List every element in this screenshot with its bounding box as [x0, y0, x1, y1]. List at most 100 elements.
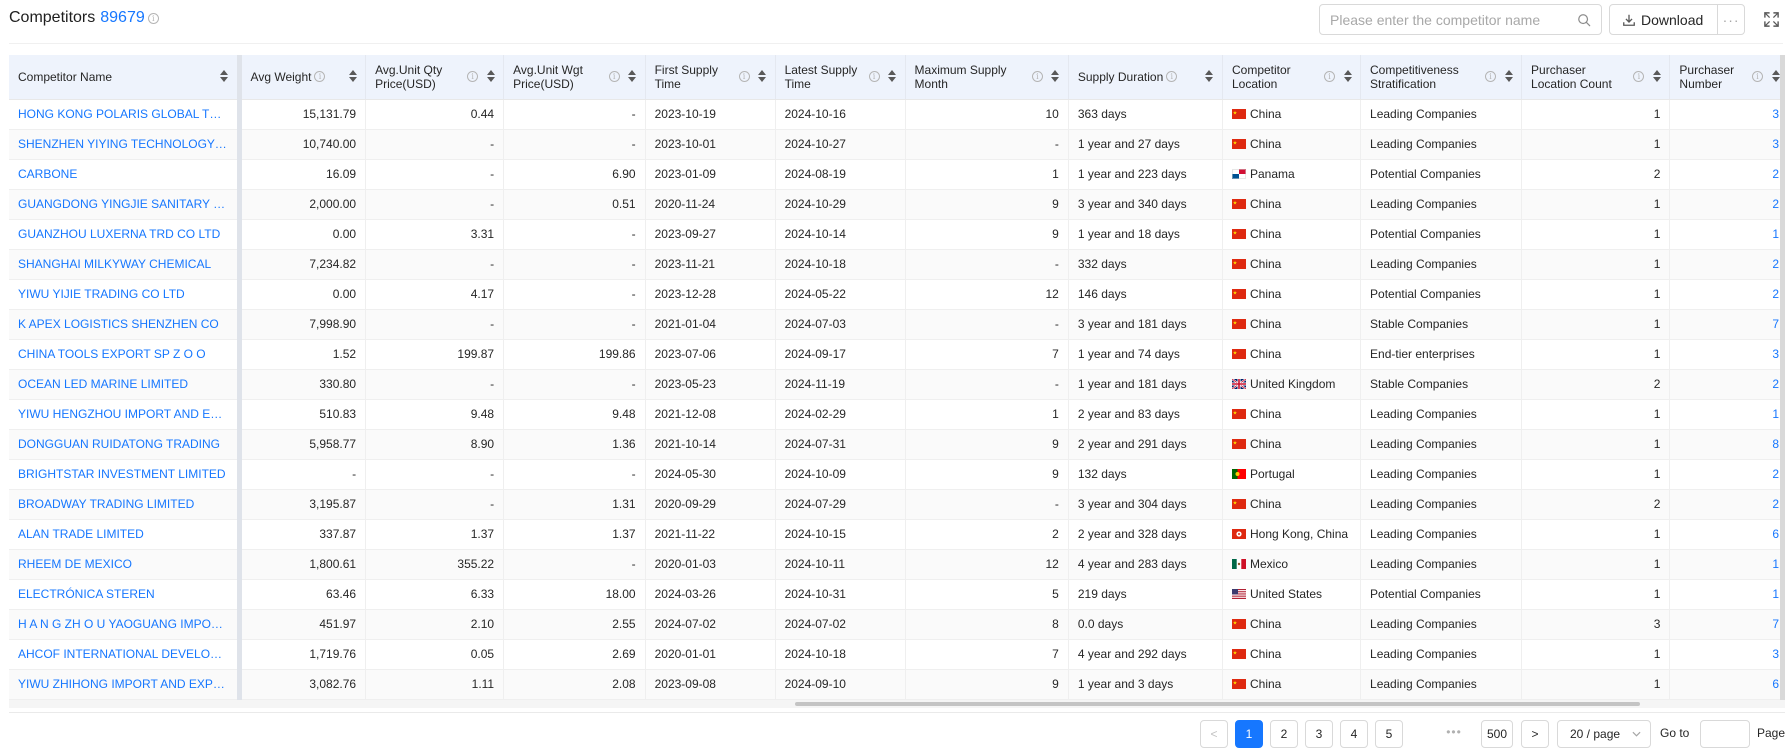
competitor-name-link[interactable]: OCEAN LED MARINE LIMITED	[9, 369, 242, 400]
prev-page-button[interactable]: <	[1200, 720, 1228, 748]
competitor-name-link[interactable]: H A N G ZH O U YAOGUANG IMPORT AND EXPOR…	[9, 609, 242, 640]
table-row[interactable]: DONGGUAN RUIDATONG TRADING 5,958.77 8.90 1.…	[9, 429, 1780, 460]
purchaser-number-link[interactable]: 2	[1669, 159, 1780, 190]
table-row[interactable]: GUANGDONG YINGJIE SANITARY WARE 2,000.00-…	[9, 189, 1780, 220]
sort-icon[interactable]	[348, 69, 357, 84]
table-row[interactable]: SHANGHAI MILKYWAY CHEMICAL 7,234.82- -2023…	[9, 249, 1780, 280]
competitor-name-link[interactable]: SHANGHAI MILKYWAY CHEMICAL	[9, 249, 242, 280]
sort-icon[interactable]	[888, 69, 897, 84]
table-row[interactable]: YIWU YIJIE TRADING CO LTD 0.00 4.17-2023-1…	[9, 279, 1780, 310]
horizontal-scrollbar[interactable]	[9, 700, 1785, 708]
table-row[interactable]: ELECTRÓNICA STEREN 63.46 6.33 18.00 2024-03-…	[9, 579, 1780, 610]
page-1-button[interactable]: 1	[1235, 720, 1263, 748]
table-row[interactable]: AHCOF INTERNATIONAL DEVELOPMENT 1,719.76 0…	[9, 639, 1780, 670]
info-icon[interactable]: i	[1633, 71, 1645, 83]
column-header[interactable]: Purchaser Number i	[1669, 55, 1780, 100]
competitor-name-link[interactable]: CHINA TOOLS EXPORT SP Z O O	[9, 339, 242, 370]
competitor-name-link[interactable]: CARBONE	[9, 159, 242, 190]
table-row[interactable]: YIWU HENGZHOU IMPORT AND EXPORT 510.83 9.4…	[9, 399, 1780, 430]
info-icon[interactable]: i	[1324, 71, 1336, 83]
goto-page-input[interactable]	[1700, 720, 1750, 748]
page-2-button[interactable]: 2	[1270, 720, 1298, 748]
purchaser-number-link[interactable]: 1	[1669, 399, 1780, 430]
competitor-name-link[interactable]: K APEX LOGISTICS SHENZHEN CO	[9, 309, 242, 340]
purchaser-number-link[interactable]: 2	[1669, 489, 1780, 520]
column-header[interactable]: Avg.Unit Wgt Price(USD) i	[503, 55, 646, 100]
info-icon[interactable]: i	[608, 71, 620, 83]
table-row[interactable]: K APEX LOGISTICS SHENZHEN CO 7,998.90- -20…	[9, 309, 1780, 340]
sort-icon[interactable]	[1771, 69, 1780, 84]
purchaser-number-link[interactable]: 6	[1669, 519, 1780, 550]
table-row[interactable]: BROADWAY TRADING LIMITED 3,195.87-1.31 202…	[9, 489, 1780, 520]
column-header[interactable]: Maximum Supply Month i	[905, 55, 1069, 100]
page-5-button[interactable]: 5	[1375, 720, 1403, 748]
table-row[interactable]: BRIGHTSTAR INVESTMENT LIMITED - - -2024-05-…	[9, 459, 1780, 490]
table-row[interactable]: H A N G ZH O U YAOGUANG IMPORT AND EXPOR…	[9, 609, 1780, 640]
search-input[interactable]	[1330, 11, 1565, 29]
competitor-name-link[interactable]: AHCOF INTERNATIONAL DEVELOPMENT	[9, 639, 242, 670]
info-icon[interactable]: i	[738, 71, 750, 83]
sort-icon[interactable]	[1652, 69, 1661, 84]
scrollbar-thumb[interactable]	[795, 702, 1640, 706]
table-row[interactable]: SHENZHEN YIYING TECHNOLOGY CO 10,740.00- -…	[9, 129, 1780, 160]
column-header[interactable]: Supply Duration i	[1068, 55, 1223, 100]
column-header[interactable]: Competitiveness Stratification i	[1360, 55, 1523, 100]
competitor-name-link[interactable]: ALAN TRADE LIMITED	[9, 519, 242, 550]
info-icon[interactable]: i	[1031, 71, 1043, 83]
competitor-name-link[interactable]: YIWU ZHIHONG IMPORT AND EXPORT	[9, 669, 242, 700]
column-header[interactable]: Competitor Name	[9, 55, 242, 100]
competitor-name-link[interactable]: ELECTRÓNICA STEREN	[9, 579, 242, 610]
purchaser-number-link[interactable]: 2	[1669, 369, 1780, 400]
info-icon[interactable]: i	[467, 71, 479, 83]
competitor-name-link[interactable]: YIWU HENGZHOU IMPORT AND EXPORT	[9, 399, 242, 430]
sort-icon[interactable]	[1205, 69, 1214, 84]
info-icon[interactable]: i	[868, 71, 880, 83]
competitor-name-link[interactable]: HONG KONG POLARIS GLOBAL TRADING	[9, 99, 242, 130]
purchaser-number-link[interactable]: 1	[1669, 549, 1780, 580]
info-icon[interactable]: i	[1485, 71, 1497, 83]
page-last[interactable]: 500	[1481, 720, 1513, 748]
info-icon[interactable]: i	[1752, 71, 1763, 83]
sort-icon[interactable]	[1504, 69, 1513, 84]
sort-icon[interactable]	[758, 69, 767, 84]
sort-icon[interactable]	[486, 69, 495, 84]
purchaser-number-link[interactable]: 3	[1669, 99, 1780, 130]
purchaser-number-link[interactable]: 3	[1669, 339, 1780, 370]
competitor-name-link[interactable]: BRIGHTSTAR INVESTMENT LIMITED	[9, 459, 242, 490]
search-box[interactable]	[1319, 4, 1602, 35]
purchaser-number-link[interactable]: 1	[1669, 219, 1780, 250]
page-4-button[interactable]: 4	[1340, 720, 1368, 748]
purchaser-number-link[interactable]: 2	[1669, 459, 1780, 490]
purchaser-number-link[interactable]: 7	[1669, 309, 1780, 340]
sort-icon[interactable]	[1051, 69, 1060, 84]
table-row[interactable]: YIWU ZHIHONG IMPORT AND EXPORT 3,082.76 1.…	[9, 669, 1780, 700]
table-row[interactable]: RHEEM DE MEXICO 1,800.61 355.22-2020-01-03…	[9, 549, 1780, 580]
competitor-name-link[interactable]: DONGGUAN RUIDATONG TRADING	[9, 429, 242, 460]
page-3-button[interactable]: 3	[1305, 720, 1333, 748]
column-header[interactable]: Avg.Unit Qty Price(USD) i	[365, 55, 505, 100]
table-row[interactable]: OCEAN LED MARINE LIMITED 330.80- -2023-05-…	[9, 369, 1780, 400]
purchaser-number-link[interactable]: 8	[1669, 429, 1780, 460]
page-ellipsis[interactable]: •••	[1440, 720, 1468, 748]
sort-icon[interactable]	[1343, 69, 1352, 84]
competitor-name-link[interactable]: RHEEM DE MEXICO	[9, 549, 242, 580]
purchaser-number-link[interactable]: 7	[1669, 609, 1780, 640]
competitor-name-link[interactable]: SHENZHEN YIYING TECHNOLOGY CO	[9, 129, 242, 160]
table-row[interactable]: ALAN TRADE LIMITED 337.87 1.37 1.37 2021-11-…	[9, 519, 1780, 550]
column-header[interactable]: Avg Weight i	[239, 55, 367, 100]
fullscreen-icon[interactable]	[1763, 11, 1780, 28]
column-header[interactable]: Latest Supply Time i	[775, 55, 906, 100]
purchaser-number-link[interactable]: 3	[1669, 129, 1780, 160]
competitor-name-link[interactable]: GUANZHOU LUXERNA TRD CO LTD	[9, 219, 242, 250]
purchaser-number-link[interactable]: 2	[1669, 189, 1780, 220]
search-icon[interactable]	[1577, 13, 1591, 27]
purchaser-number-link[interactable]: 2	[1669, 249, 1780, 280]
purchaser-number-link[interactable]: 6	[1669, 669, 1780, 700]
purchaser-number-link[interactable]: 3	[1669, 639, 1780, 670]
table-row[interactable]: CHINA TOOLS EXPORT SP Z O O 1.52 199.87 199…	[9, 339, 1780, 370]
page-size-select[interactable]: 20 / page	[1557, 720, 1651, 748]
competitor-name-link[interactable]: BROADWAY TRADING LIMITED	[9, 489, 242, 520]
more-options-button[interactable]: ···	[1717, 5, 1744, 34]
info-icon[interactable]: i	[314, 71, 326, 83]
info-icon[interactable]: i	[1166, 71, 1178, 83]
